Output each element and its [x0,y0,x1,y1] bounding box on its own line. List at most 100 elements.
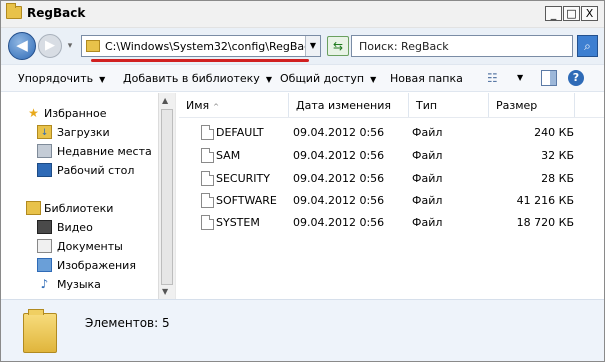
search-placeholder: Поиск: RegBack [359,40,449,53]
file-name: SOFTWARE [216,194,277,207]
file-name: SAM [216,149,241,162]
file-type: Файл [412,216,443,229]
sort-ascending-icon: ^ [213,103,220,111]
share-label: Общий доступ [280,72,365,85]
file-row[interactable]: DEFAULT 09.04.2012 0:56 Файл 240 КБ [179,122,604,144]
nav-label: Избранное [44,107,107,120]
new-folder-button[interactable]: Новая папка [390,72,463,85]
header-divider [179,117,604,118]
libraries-icon [26,201,41,215]
documents-icon [37,239,52,253]
file-type: Файл [412,172,443,185]
column-header-size[interactable]: Размер [489,93,575,117]
file-type: Файл [412,149,443,162]
star-icon: ★ [28,106,39,120]
file-icon [201,125,214,140]
images-icon [37,258,52,272]
add-to-library-label: Добавить в библиотеку [123,72,260,85]
nav-label: Документы [57,240,123,253]
file-date: 09.04.2012 0:56 [293,194,385,207]
view-options-icon[interactable]: ☷ [487,71,503,85]
file-icon [201,215,214,230]
column-header-name[interactable]: Имя ^ [179,93,289,117]
file-name: SECURITY [216,172,270,185]
chevron-down-icon[interactable]: ▼ [517,73,523,82]
details-pane: Элементов: 5 [1,299,604,361]
command-toolbar: Упорядочить ▼ Добавить в библиотеку ▼ Общи… [1,64,604,92]
file-icon [201,193,214,208]
folder-icon [86,40,100,52]
minimize-button[interactable]: _ [545,6,562,21]
preview-pane-icon[interactable] [541,70,557,86]
nav-label: Видео [57,221,93,234]
maximize-button[interactable]: □ [563,6,580,21]
file-icon [201,171,214,186]
nav-label: Рабочий стол [57,164,135,177]
folder-icon [6,3,22,19]
navigation-pane: ★ Избранное ↓ Загрузки Недавние места Ра… [1,93,175,299]
add-to-library-menu[interactable]: Добавить в библиотеку ▼ [123,72,272,85]
file-size: 28 КБ [541,172,574,185]
downloads-icon: ↓ [37,125,52,139]
window-title: RegBack [27,6,86,20]
refresh-button[interactable]: ⇆ [327,36,349,56]
file-row[interactable]: SOFTWARE 09.04.2012 0:56 Файл 41 216 КБ [179,190,604,212]
chevron-down-icon: ▼ [99,75,106,84]
nav-label: Музыка [57,278,101,291]
column-header-label: Дата изменения [296,99,391,112]
file-date: 09.04.2012 0:56 [293,172,385,185]
recent-pages-dropdown-icon[interactable]: ▾ [64,40,76,52]
nav-label: Недавние места [57,145,152,158]
file-date: 09.04.2012 0:56 [293,216,385,229]
nav-label: Загрузки [57,126,110,139]
file-size: 240 КБ [534,126,574,139]
close-button[interactable]: X [581,6,598,21]
scrollbar-thumb[interactable] [161,109,173,285]
chevron-down-icon: ▼ [370,75,377,84]
explorer-window: RegBack _ □ X ◀ ▶ ▾ C:\Windows\System32\… [0,0,605,362]
column-header-date[interactable]: Дата изменения [289,93,409,117]
file-name: DEFAULT [216,126,264,139]
chevron-down-icon: ▼ [265,75,272,84]
file-size: 18 720 КБ [516,216,574,229]
nav-label: Библиотеки [44,202,114,215]
file-row[interactable]: SECURITY 09.04.2012 0:56 Файл 28 КБ [179,168,604,190]
organize-menu[interactable]: Упорядочить ▼ [18,72,105,85]
column-name-text: Имя [186,99,210,112]
file-list: Имя ^ Дата изменения Тип Размер DEFAULT 0… [179,93,604,299]
nav-label: Изображения [57,259,136,272]
file-row[interactable]: SYSTEM 09.04.2012 0:56 Файл 18 720 КБ [179,212,604,234]
file-icon [201,148,214,163]
music-icon: ♪ [40,277,49,291]
address-field[interactable]: C:\Windows\System32\config\RegBack ▼ [81,35,321,57]
file-size: 32 КБ [541,149,574,162]
search-icon[interactable]: ⌕ [577,35,598,57]
column-header-label: Тип [416,99,438,112]
column-header-type[interactable]: Тип [409,93,489,117]
nav-scrollbar[interactable]: ▲ ▼ [158,93,175,299]
forward-button[interactable]: ▶ [38,34,62,58]
search-input[interactable]: Поиск: RegBack [351,35,573,57]
path-highlight-underline [91,59,309,62]
file-date: 09.04.2012 0:56 [293,149,385,162]
help-icon[interactable]: ? [568,70,584,86]
file-type: Файл [412,126,443,139]
address-dropdown-button[interactable]: ▼ [305,36,320,56]
scroll-up-icon[interactable]: ▲ [162,96,168,105]
title-bar: RegBack _ □ X [1,1,604,28]
scroll-down-icon[interactable]: ▼ [162,287,168,296]
file-date: 09.04.2012 0:56 [293,126,385,139]
video-icon [37,220,52,234]
address-path[interactable]: C:\Windows\System32\config\RegBack [105,40,317,53]
back-button[interactable]: ◀ [8,32,36,60]
file-name: SYSTEM [216,216,260,229]
file-row[interactable]: SAM 09.04.2012 0:56 Файл 32 КБ [179,145,604,167]
column-header-label: Имя ^ [186,99,219,112]
desktop-icon [37,163,52,177]
folder-icon [23,309,57,353]
item-count: Элементов: 5 [85,316,170,330]
recent-places-icon [37,144,52,158]
share-menu[interactable]: Общий доступ ▼ [280,72,376,85]
column-header-label: Размер [496,99,538,112]
organize-label: Упорядочить [18,72,94,85]
